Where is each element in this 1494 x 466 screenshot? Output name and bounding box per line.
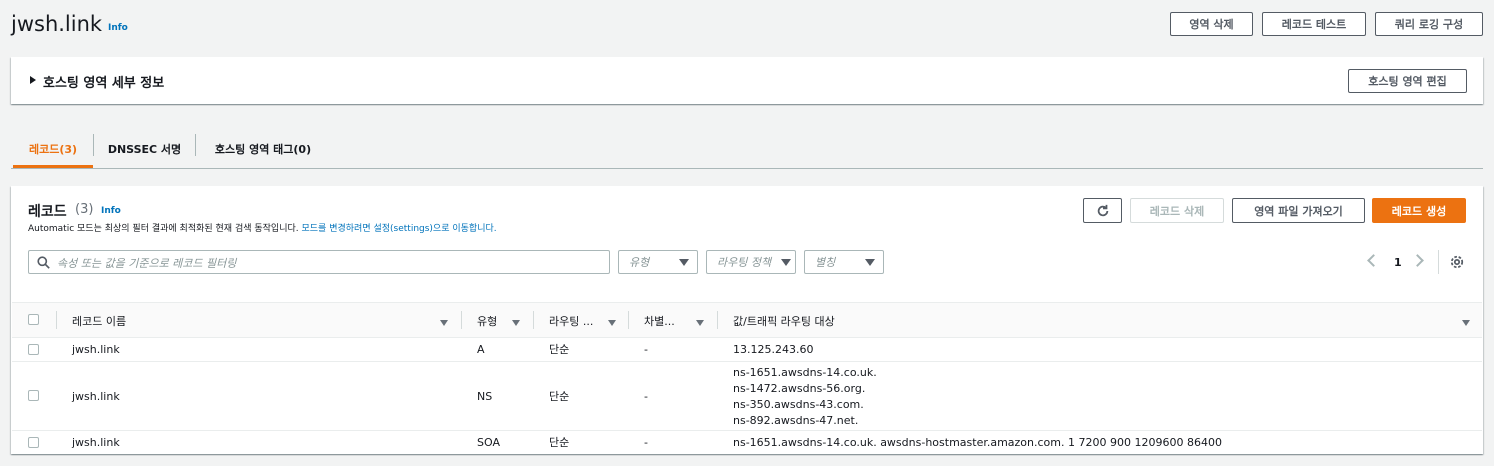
page-title: jwsh.link (11, 12, 103, 36)
description-text: Automatic 모드는 최상의 필터 결과에 최적화된 현재 검색 동작입니… (28, 224, 299, 234)
sort-icon[interactable] (440, 320, 448, 327)
column-divider[interactable] (628, 311, 629, 329)
record-value-cell: 13.125.243.60 (733, 343, 814, 356)
routing-filter-label: 라우팅 정책 (717, 256, 772, 269)
current-page[interactable]: 1 (1394, 256, 1402, 269)
record-value-line: ns-350.awsdns-43.com. (733, 398, 864, 411)
create-record-button[interactable]: 레코드 생성 (1372, 198, 1466, 223)
record-routing-cell: 단순 (549, 343, 570, 356)
type-filter-select[interactable]: 유형 (618, 250, 698, 274)
record-routing-cell: 단순 (549, 436, 570, 449)
record-diff-cell: - (644, 390, 648, 403)
column-divider[interactable] (717, 311, 718, 329)
record-name-cell[interactable]: jwsh.link (72, 389, 120, 405)
tabs-bottom-border (11, 168, 1483, 169)
records-count: (3) (75, 202, 94, 217)
sort-icon[interactable] (696, 320, 704, 327)
record-diff-cell: - (644, 343, 648, 356)
search-icon (37, 256, 50, 269)
refresh-icon (1097, 204, 1108, 216)
sort-icon[interactable] (512, 320, 520, 327)
details-title[interactable]: 호스팅 영역 세부 정보 (43, 72, 164, 91)
tab-hosted-zone-tags[interactable]: 호스팅 영역 태그(0) (196, 130, 330, 168)
import-zone-file-button[interactable]: 영역 파일 가져오기 (1232, 198, 1365, 223)
records-title: 레코드 (28, 204, 67, 220)
column-divider (56, 311, 57, 329)
hosted-zone-details-panel: 호스팅 영역 세부 정보 호스팅 영역 편집 (11, 57, 1483, 104)
expand-caret-icon[interactable] (30, 76, 36, 84)
row-divider (12, 430, 1482, 431)
info-link[interactable]: Info (108, 23, 128, 33)
record-name-cell[interactable]: jwsh.link (72, 435, 120, 451)
chevron-down-icon (781, 259, 791, 266)
refresh-button[interactable] (1083, 198, 1122, 223)
record-value-line: ns-1651.awsdns-14.co.uk. (733, 366, 877, 379)
tab-records[interactable]: 레코드(3) (13, 130, 93, 168)
delete-record-button[interactable]: 레코드 삭제 (1130, 198, 1224, 223)
chevron-down-icon (679, 259, 689, 266)
gear-icon[interactable] (1450, 255, 1464, 269)
column-divider[interactable] (461, 311, 462, 329)
query-logging-button[interactable]: 쿼리 로깅 구성 (1375, 12, 1483, 36)
pagination-divider (1438, 250, 1439, 274)
row-checkbox[interactable] (28, 344, 39, 355)
sort-icon[interactable] (1462, 320, 1470, 327)
routing-filter-select[interactable]: 라우팅 정책 (706, 250, 796, 274)
chevron-down-icon (865, 259, 875, 266)
record-type-cell: A (477, 343, 485, 356)
column-header-record-name[interactable]: 레코드 이름 (72, 313, 126, 329)
record-diff-cell: - (644, 436, 648, 449)
alias-filter-label: 별칭 (815, 256, 836, 269)
row-checkbox[interactable] (28, 390, 39, 401)
record-value-line: ns-892.awsdns-47.net. (733, 414, 859, 427)
records-info-link[interactable]: Info (101, 206, 121, 216)
search-placeholder: 속성 또는 값을 기준으로 레코드 필터링 (57, 257, 237, 270)
record-type-cell: SOA (477, 436, 500, 449)
record-value-cell: ns-1651.awsdns-14.co.uk. awsdns-hostmast… (733, 436, 1222, 449)
delete-zone-button[interactable]: 영역 삭제 (1170, 12, 1253, 36)
alias-filter-select[interactable]: 별칭 (804, 250, 884, 274)
column-divider[interactable] (533, 311, 534, 329)
edit-hosted-zone-button[interactable]: 호스팅 영역 편집 (1348, 69, 1467, 93)
sort-icon[interactable] (608, 320, 616, 327)
tab-dnssec[interactable]: DNSSEC 서명 (94, 130, 195, 168)
column-header-routing[interactable]: 라우팅 ... (549, 313, 593, 329)
column-header-type[interactable]: 유형 (477, 313, 497, 329)
select-all-checkbox[interactable] (28, 314, 39, 325)
test-record-button[interactable]: 레코드 테스트 (1262, 12, 1366, 36)
records-description: Automatic 모드는 최상의 필터 결과에 최적화된 현재 검색 동작입니… (28, 221, 497, 234)
record-name-cell[interactable]: jwsh.link (72, 342, 120, 358)
row-divider (12, 361, 1482, 362)
record-value-line: ns-1472.awsdns-56.org. (733, 382, 866, 395)
settings-link[interactable]: 모드를 변경하려면 설정(settings)으로 이동합니다. (302, 224, 497, 234)
column-header-differentiator[interactable]: 차별... (644, 313, 675, 329)
record-type-cell: NS (477, 390, 493, 403)
column-header-value[interactable]: 값/트래픽 라우팅 대상 (733, 313, 835, 329)
row-checkbox[interactable] (28, 437, 39, 448)
record-routing-cell: 단순 (549, 390, 570, 403)
type-filter-label: 유형 (629, 256, 650, 269)
search-input[interactable]: 속성 또는 값을 기준으로 레코드 필터링 (28, 250, 610, 274)
